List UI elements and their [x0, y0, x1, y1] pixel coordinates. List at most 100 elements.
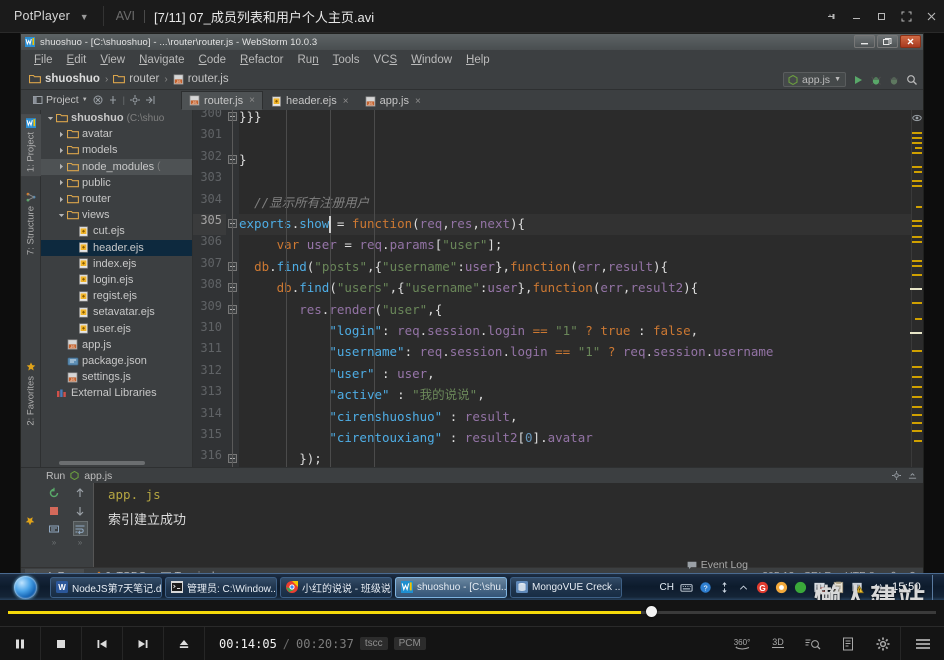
tree-node-package-json[interactable]: package.json	[41, 353, 192, 369]
tree-node-node_modules[interactable]: node_modules(	[41, 158, 192, 175]
chevron-right-icon[interactable]	[56, 163, 67, 170]
menu-item-run[interactable]: Run	[291, 53, 326, 67]
editor-tab-app-js[interactable]: JS app.js ×	[356, 91, 429, 110]
soft-wrap-icon[interactable]	[72, 521, 88, 536]
warning-marker[interactable]	[912, 422, 922, 424]
project-view-selector[interactable]: Project ▼	[33, 94, 88, 106]
ime-indicator[interactable]: CH	[660, 582, 674, 593]
code-line[interactable]: "cirentouxiang" : result2[0].avatar	[239, 427, 592, 448]
up-icon[interactable]	[74, 486, 87, 499]
tree-node-views[interactable]: views	[41, 207, 192, 223]
warning-marker[interactable]	[912, 241, 922, 243]
tree-node-router[interactable]: router	[41, 191, 192, 207]
menu-item-vcs[interactable]: VCS	[366, 53, 404, 67]
tree-node-public[interactable]: public	[41, 175, 192, 191]
project-tree-panel[interactable]: shuoshuo (C:\shuo avatar models node_modules…	[41, 110, 193, 467]
breadcrumb-item-shuoshuo[interactable]: shuoshuo	[29, 73, 100, 85]
tool-window-button-2--favorites[interactable]: 2: Favorites	[21, 358, 41, 430]
dump-icon[interactable]	[48, 522, 61, 535]
360-icon[interactable]: 360°	[725, 627, 760, 660]
clipboard-icon[interactable]	[832, 581, 845, 594]
warning-marker[interactable]	[914, 171, 922, 173]
updown-icon[interactable]	[718, 581, 731, 594]
warning-marker[interactable]	[910, 288, 922, 290]
tree-node-shuoshuo[interactable]: shuoshuo (C:\shuo	[41, 110, 192, 126]
tree-node-index-ejs[interactable]: index.ejs	[41, 256, 192, 272]
warning-marker[interactable]	[912, 350, 922, 352]
sogou-icon[interactable]	[775, 581, 788, 594]
warning-marker[interactable]	[912, 376, 922, 378]
editor-tab-header-ejs[interactable]: header.ejs ×	[262, 91, 357, 110]
warning-marker[interactable]	[914, 440, 922, 442]
settings-icon[interactable]	[129, 95, 140, 105]
warning-marker[interactable]	[912, 386, 922, 388]
video-surface[interactable]: shuoshuo - [C:\shuoshuo] - ...\router\ro…	[0, 33, 944, 600]
menu-item-code[interactable]: Code	[192, 53, 234, 67]
debug-icon[interactable]	[870, 74, 882, 86]
code-line[interactable]: res.render("user",{	[239, 299, 442, 320]
close-icon[interactable]	[919, 0, 944, 33]
stop-button[interactable]	[41, 626, 82, 660]
warning-marker[interactable]	[916, 206, 922, 208]
warning-marker[interactable]	[912, 152, 922, 154]
code-line[interactable]: });	[239, 448, 322, 467]
more-actions-icon[interactable]: »	[52, 539, 56, 547]
warning-marker[interactable]	[912, 137, 922, 139]
help-icon[interactable]: ?	[699, 581, 712, 594]
menu-item-window[interactable]: Window	[404, 53, 459, 67]
close-icon[interactable]	[900, 35, 921, 48]
warning-marker[interactable]	[915, 318, 922, 320]
run-icon[interactable]	[852, 74, 864, 86]
code-line[interactable]: "user" : user,	[239, 363, 434, 384]
restore-icon[interactable]	[877, 35, 898, 48]
taskbar-item-mongovue[interactable]: MongoVUE Creck ...	[510, 576, 622, 598]
seek-bar-handle[interactable]	[646, 606, 658, 617]
minimize-icon[interactable]	[844, 0, 869, 33]
warning-marker[interactable]	[912, 414, 922, 416]
warning-marker[interactable]	[912, 302, 922, 304]
code-line[interactable]: }}}	[239, 110, 262, 127]
chevron-right-icon[interactable]	[56, 131, 67, 138]
code-line[interactable]: exports.show = function(req,res,next){	[239, 213, 525, 234]
warning-marker[interactable]	[912, 220, 922, 222]
code-line[interactable]: var user = req.params["user"];	[239, 234, 503, 255]
tree-node-external-libraries[interactable]: External Libraries	[41, 385, 192, 401]
warning-icon[interactable]	[851, 581, 864, 594]
rerun-icon[interactable]	[48, 486, 61, 499]
chevron-down-icon[interactable]	[45, 115, 56, 122]
code-line[interactable]: "username": req.session.login == "1" ? r…	[239, 341, 773, 362]
seek-area[interactable]	[0, 600, 944, 626]
breadcrumb-item-router-js[interactable]: JS router.js	[173, 73, 229, 85]
tree-node-regist-ejs[interactable]: regist.ejs	[41, 288, 192, 304]
tree-node-avatar[interactable]: avatar	[41, 126, 192, 142]
code-line[interactable]: db.find("posts",{"username":user},functi…	[239, 256, 668, 277]
editor-tab-router-js[interactable]: JS router.js ×	[181, 91, 263, 110]
start-button[interactable]	[0, 575, 50, 600]
show-hidden-icon[interactable]	[737, 581, 750, 594]
settings-icon[interactable]	[892, 471, 901, 480]
menu-item-edit[interactable]: Edit	[60, 53, 94, 67]
warning-marker[interactable]	[912, 180, 922, 182]
more-actions-icon-2[interactable]: »	[78, 539, 82, 547]
warning-marker[interactable]	[915, 147, 922, 149]
code-line[interactable]: }	[239, 149, 247, 170]
hide-icon[interactable]	[145, 95, 155, 105]
eject-button[interactable]	[164, 626, 205, 660]
next-button[interactable]	[123, 626, 164, 660]
error-stripe-markers[interactable]	[910, 110, 923, 467]
warning-marker[interactable]	[912, 142, 922, 144]
pin-icon[interactable]	[819, 0, 844, 33]
warning-marker[interactable]	[912, 185, 922, 187]
tool-window-button-1--project[interactable]: 1: Project	[21, 114, 41, 177]
tree-node-cut-ejs[interactable]: cut.ejs	[41, 223, 192, 239]
close-icon[interactable]: ×	[415, 96, 421, 107]
search-icon[interactable]	[795, 627, 830, 660]
tree-node-app-js[interactable]: JS app.js	[41, 337, 192, 353]
pause-button[interactable]	[0, 626, 41, 660]
run-configuration-selector[interactable]: app.js ▼	[783, 72, 846, 87]
tree-node-models[interactable]: models	[41, 142, 192, 158]
menu-item-file[interactable]: File	[27, 53, 60, 67]
previous-button[interactable]	[82, 626, 123, 660]
target-icon[interactable]	[108, 95, 118, 105]
code-line[interactable]: "login": req.session.login == "1" ? true…	[239, 320, 698, 341]
